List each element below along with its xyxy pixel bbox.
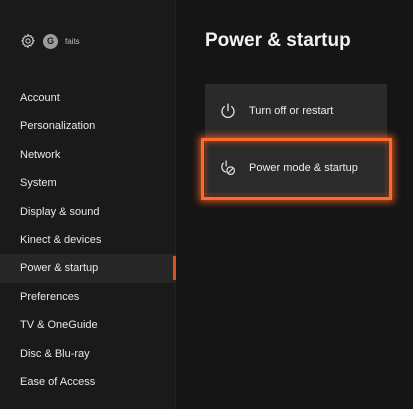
- sidebar-item-power-startup[interactable]: Power & startup: [0, 254, 176, 283]
- settings-screen: G faits Account Personalization Network …: [0, 0, 413, 409]
- sidebar-item-system[interactable]: System: [0, 169, 176, 197]
- sidebar-item-tv-oneguide[interactable]: TV & OneGuide: [0, 311, 176, 339]
- sidebar-item-ease-of-access[interactable]: Ease of Access: [0, 368, 176, 396]
- page-title: Power & startup: [205, 30, 351, 51]
- settings-nav: Account Personalization Network System D…: [0, 84, 176, 396]
- sidebar-item-personalization[interactable]: Personalization: [0, 112, 176, 140]
- sidebar-item-display-sound[interactable]: Display & sound: [0, 198, 176, 226]
- tile-label: Turn off or restart: [249, 105, 334, 117]
- sidebar-item-network[interactable]: Network: [0, 141, 176, 169]
- avatar[interactable]: G: [43, 33, 58, 49]
- power-mode-startup-tile[interactable]: Power mode & startup: [205, 141, 387, 195]
- tile-label: Power mode & startup: [249, 162, 358, 174]
- sidebar-item-preferences[interactable]: Preferences: [0, 283, 176, 311]
- power-icon: [221, 103, 235, 119]
- sidebar: G faits Account Personalization Network …: [0, 0, 176, 409]
- gear-icon[interactable]: [20, 33, 36, 49]
- sidebar-item-disc-bluray[interactable]: Disc & Blu-ray: [0, 340, 176, 368]
- sidebar-item-kinect-devices[interactable]: Kinect & devices: [0, 226, 176, 254]
- turn-off-or-restart-tile[interactable]: Turn off or restart: [205, 84, 387, 138]
- gamertag: faits: [65, 36, 80, 46]
- sidebar-item-account[interactable]: Account: [0, 84, 176, 112]
- profile-bar: G faits: [20, 31, 80, 51]
- power-mode-icon: [221, 160, 235, 175]
